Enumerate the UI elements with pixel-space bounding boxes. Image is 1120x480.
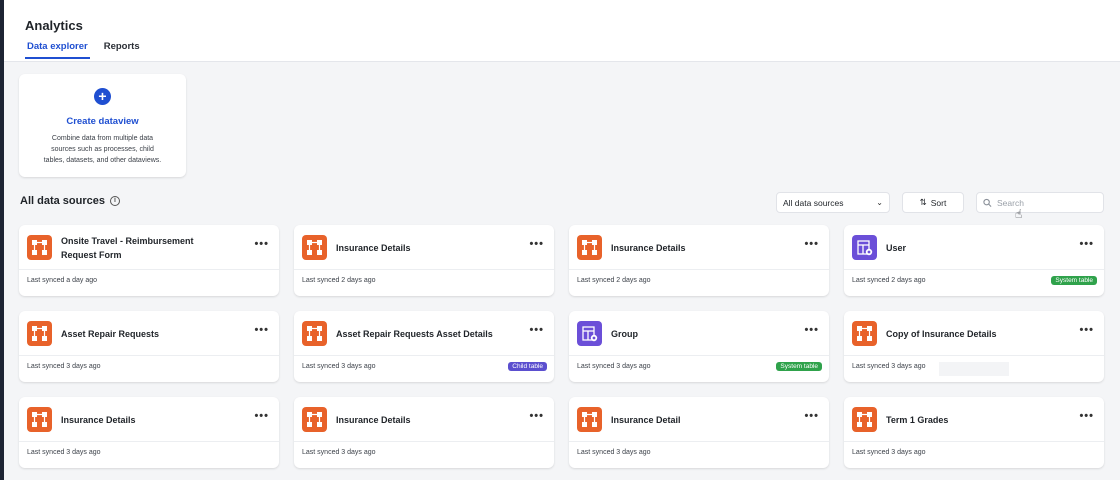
search-box[interactable] [976, 192, 1104, 213]
plus-icon: + [94, 88, 111, 105]
sort-label: Sort [930, 197, 947, 208]
more-options-icon[interactable]: ••• [529, 324, 544, 336]
card-title: Group [611, 329, 638, 339]
card-divider [294, 355, 554, 356]
table-type-badge: System table [1051, 276, 1097, 285]
more-options-icon[interactable]: ••• [804, 324, 819, 336]
card-sync-status: Last synced 3 days ago [852, 449, 926, 456]
create-dataview-description: Combine data from multiple data sources … [43, 135, 162, 164]
process-icon [577, 235, 602, 260]
table-type-badge: Child table [508, 362, 547, 371]
card-title: Insurance Details [611, 243, 686, 253]
process-icon [27, 321, 52, 346]
section-title: All data sources [20, 195, 105, 207]
placeholder-box [939, 362, 1009, 376]
data-source-card[interactable]: Insurance Details ••• Last synced 3 days a… [19, 397, 279, 468]
sort-icon: ⇅ [919, 197, 927, 207]
card-sync-status: Last synced 3 days ago [577, 449, 651, 456]
card-divider [19, 269, 279, 270]
page-title: Analytics [25, 18, 83, 33]
user-table-icon [852, 235, 877, 260]
card-divider [294, 269, 554, 270]
chevron-down-icon: ⌄ [876, 198, 883, 207]
more-options-icon[interactable]: ••• [529, 410, 544, 422]
more-options-icon[interactable]: ••• [254, 238, 269, 250]
card-title: Onsite Travel - Reimbursement Request Fo… [61, 236, 194, 260]
card-title: Copy of Insurance Details [886, 329, 997, 339]
create-dataview-card[interactable]: + Create dataview Combine data from mult… [19, 74, 186, 177]
process-icon [302, 407, 327, 432]
card-title: Asset Repair Requests [61, 329, 160, 339]
data-source-filter[interactable]: All data sources ⌄ [776, 192, 890, 213]
search-input[interactable] [997, 197, 1097, 208]
info-icon[interactable]: i [109, 196, 120, 206]
page-header: Analytics Data explorer Reports [4, 0, 1120, 62]
card-divider [844, 269, 1104, 270]
create-dataview-title: Create dataview [66, 116, 139, 127]
tab-data-explorer[interactable]: Data explorer [25, 40, 90, 59]
process-icon [27, 407, 52, 432]
card-title: User [886, 243, 907, 253]
more-options-icon[interactable]: ••• [1079, 238, 1094, 250]
group-table-icon [577, 321, 602, 346]
card-divider [569, 441, 829, 442]
more-options-icon[interactable]: ••• [1079, 324, 1094, 336]
more-options-icon[interactable]: ••• [254, 410, 269, 422]
tab-reports[interactable]: Reports [102, 40, 142, 59]
filter-value: All data sources [783, 197, 844, 208]
data-source-card[interactable]: Insurance Details ••• Last synced 2 days a… [569, 225, 829, 296]
data-source-card[interactable]: Asset Repair Requests Asset Details ••• La… [294, 311, 554, 382]
card-sync-status: Last synced 3 days ago [27, 363, 101, 370]
process-icon [852, 407, 877, 432]
data-source-card[interactable]: Copy of Insurance Details ••• Last synced … [844, 311, 1104, 382]
card-sync-status: Last synced a day ago [27, 277, 98, 284]
data-source-card[interactable]: Term 1 Grades ••• Last synced 3 days ago [844, 397, 1104, 468]
card-sync-status: Last synced 2 days ago [852, 277, 926, 284]
left-rail [0, 0, 4, 480]
more-options-icon[interactable]: ••• [804, 238, 819, 250]
data-source-card[interactable]: Onsite Travel - Reimbursement Request Fo… [19, 225, 279, 296]
card-divider [19, 355, 279, 356]
card-divider [294, 441, 554, 442]
section-header: All data sources i [20, 195, 120, 207]
card-sync-status: Last synced 3 days ago [577, 363, 651, 370]
card-divider [19, 441, 279, 442]
card-sync-status: Last synced 3 days ago [852, 363, 926, 370]
card-sync-status: Last synced 2 days ago [577, 277, 651, 284]
data-source-card[interactable]: User ••• Last synced 2 days ago System tabl… [844, 225, 1104, 296]
process-icon [852, 321, 877, 346]
data-source-card[interactable]: Group ••• Last synced 3 days ago System tab… [569, 311, 829, 382]
process-icon [27, 235, 52, 260]
card-divider [844, 355, 1104, 356]
more-options-icon[interactable]: ••• [804, 410, 819, 422]
table-type-badge: System table [776, 362, 822, 371]
card-sync-status: Last synced 3 days ago [302, 363, 376, 370]
more-options-icon[interactable]: ••• [254, 324, 269, 336]
data-source-card[interactable]: Insurance Detail ••• Last synced 3 days ag… [569, 397, 829, 468]
card-title: Asset Repair Requests Asset Details [336, 329, 493, 339]
card-title: Insurance Details [336, 415, 411, 425]
card-title: Insurance Details [61, 415, 136, 425]
process-icon [302, 235, 327, 260]
card-divider [569, 355, 829, 356]
card-sync-status: Last synced 3 days ago [302, 449, 376, 456]
card-divider [569, 269, 829, 270]
data-source-card[interactable]: Insurance Details ••• Last synced 2 days a… [294, 225, 554, 296]
sort-button[interactable]: ⇅ Sort [902, 192, 964, 213]
card-title: Term 1 Grades [886, 415, 949, 425]
more-options-icon[interactable]: ••• [1079, 410, 1094, 422]
tab-bar: Data explorer Reports [25, 40, 142, 59]
process-icon [302, 321, 327, 346]
card-sync-status: Last synced 3 days ago [27, 449, 101, 456]
hand-cursor-icon: ☝ [1015, 207, 1023, 221]
process-icon [577, 407, 602, 432]
more-options-icon[interactable]: ••• [529, 238, 544, 250]
card-title: Insurance Detail [611, 415, 681, 425]
search-icon [983, 198, 992, 207]
data-source-card[interactable]: Asset Repair Requests ••• Last synced 3 da… [19, 311, 279, 382]
card-title: Insurance Details [336, 243, 411, 253]
card-divider [844, 441, 1104, 442]
card-sync-status: Last synced 2 days ago [302, 277, 376, 284]
data-source-card[interactable]: Insurance Details ••• Last synced 3 days a… [294, 397, 554, 468]
